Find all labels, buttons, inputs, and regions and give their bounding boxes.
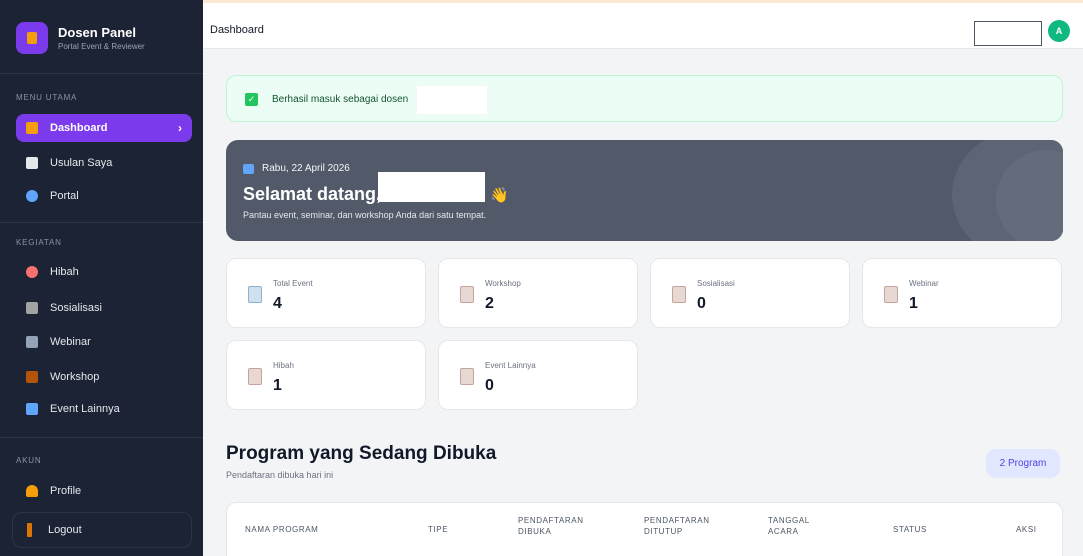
column-header-line: PENDAFTARAN — [644, 516, 710, 525]
dashboard-icon — [26, 122, 38, 134]
logout-label: Logout — [48, 524, 82, 536]
sidebar-item-label: Workshop — [50, 371, 100, 383]
sidebar-divider — [0, 73, 203, 74]
success-alert: ✓ Berhasil masuk sebagai dosen — [226, 75, 1063, 122]
alert-message: Berhasil masuk sebagai dosen — [272, 94, 409, 105]
section-label-main-menu: MENU UTAMA — [16, 93, 78, 102]
header-search-box[interactable] — [974, 21, 1042, 46]
sidebar-item-label: Dashboard — [50, 122, 108, 134]
stat-value: 0 — [485, 377, 494, 394]
sidebar-divider — [0, 437, 203, 438]
stat-label: Event Lainnya — [485, 361, 536, 370]
section-label-activities: KEGIATAN — [16, 238, 62, 247]
column-header-status[interactable]: STATUS — [893, 524, 927, 535]
door-icon — [27, 523, 32, 537]
column-header-action[interactable]: AKSI — [1016, 524, 1037, 535]
stat-value: 0 — [697, 295, 706, 312]
sidebar-divider — [0, 222, 203, 223]
people-icon — [26, 302, 38, 314]
brand-title: Dosen Panel — [58, 25, 137, 40]
redacted-name — [378, 172, 485, 202]
globe-icon — [26, 190, 38, 202]
clipboard-icon — [460, 286, 474, 303]
sidebar-item-label: Event Lainnya — [50, 403, 120, 415]
stat-label: Workshop — [485, 279, 521, 288]
stat-value: 1 — [273, 377, 282, 394]
date-text: Rabu, 22 April 2026 — [262, 163, 350, 174]
check-icon: ✓ — [245, 93, 258, 106]
clipboard-icon — [248, 368, 262, 385]
column-header-line: TANGGAL — [768, 516, 810, 525]
column-header-registration-open[interactable]: PENDAFTARAN DIBUKA — [518, 515, 584, 537]
sidebar-item-portal[interactable]: Portal — [16, 182, 192, 210]
logout-button[interactable]: Logout — [12, 512, 192, 548]
sidebar-item-label: Portal — [50, 190, 79, 202]
sidebar-item-dashboard[interactable]: Dashboard › — [16, 114, 192, 142]
section-title: Program yang Sedang Dibuka — [226, 443, 497, 464]
sidebar-item-usulan-saya[interactable]: Usulan Saya — [16, 149, 192, 177]
sidebar-item-event-lainnya[interactable]: Event Lainnya — [16, 395, 192, 423]
stat-value: 1 — [909, 295, 918, 312]
redacted-name — [417, 86, 487, 114]
brand-subtitle: Portal Event & Reviewer — [58, 42, 145, 51]
column-header-event-date[interactable]: TANGGAL ACARA — [768, 515, 810, 537]
program-count-badge: 2 Program — [986, 449, 1060, 478]
page-title: Dashboard — [210, 24, 264, 36]
avatar[interactable]: A — [1048, 20, 1070, 42]
gift-icon — [26, 266, 38, 278]
column-header-type[interactable]: TIPE — [428, 524, 448, 535]
user-icon — [26, 485, 38, 497]
sidebar-item-label: Hibah — [50, 266, 79, 278]
sidebar-item-webinar[interactable]: Webinar — [16, 328, 192, 356]
programs-table: NAMA PROGRAM TIPE PENDAFTARAN DIBUKA PEN… — [226, 502, 1063, 556]
sidebar: Dosen Panel Portal Event & Reviewer MENU… — [0, 0, 203, 556]
stat-value: 2 — [485, 295, 494, 312]
welcome-subtitle: Pantau event, seminar, dan workshop Anda… — [243, 210, 487, 220]
sidebar-item-profile[interactable]: Profile — [16, 477, 192, 505]
sidebar-item-hibah[interactable]: Hibah — [16, 258, 192, 286]
column-header-name[interactable]: NAMA PROGRAM — [245, 524, 318, 535]
stat-card-event-lainnya[interactable]: Event Lainnya 0 — [438, 340, 638, 410]
column-header-registration-close[interactable]: PENDAFTARAN DITUTUP — [644, 515, 710, 537]
column-header-line: DIBUKA — [518, 527, 552, 536]
brand-logo-icon — [16, 22, 48, 54]
sidebar-item-label: Profile — [50, 485, 82, 497]
stat-card-hibah[interactable]: Hibah 1 — [226, 340, 426, 410]
stat-label: Webinar — [909, 279, 939, 288]
top-header: Dashboard A — [203, 3, 1083, 49]
stat-label: Total Event — [273, 279, 313, 288]
clipboard-icon — [884, 286, 898, 303]
sidebar-item-label: Sosialisasi — [50, 302, 102, 314]
section-label-account: AKUN — [16, 456, 42, 465]
welcome-banner: Rabu, 22 April 2026 Selamat datang, 👋 Pa… — [226, 140, 1063, 241]
waving-hand-icon: 👋 — [490, 187, 509, 204]
stat-card-total-event[interactable]: Total Event 4 — [226, 258, 426, 328]
sidebar-item-workshop[interactable]: Workshop — [16, 363, 192, 391]
stat-value: 4 — [273, 295, 282, 312]
section-subtitle: Pendaftaran dibuka hari ini — [226, 470, 334, 480]
tools-icon — [26, 371, 38, 383]
monitor-icon — [26, 336, 38, 348]
sidebar-item-sosialisasi[interactable]: Sosialisasi — [16, 294, 192, 322]
column-header-line: PENDAFTARAN — [518, 516, 584, 525]
column-header-line: DITUTUP — [644, 527, 683, 536]
stat-card-workshop[interactable]: Workshop 2 — [438, 258, 638, 328]
calendar-icon — [26, 403, 38, 415]
calendar-icon — [248, 286, 262, 303]
welcome-date: Rabu, 22 April 2026 — [243, 163, 350, 174]
chevron-right-icon: › — [178, 121, 182, 135]
clipboard-icon — [672, 286, 686, 303]
stat-card-webinar[interactable]: Webinar 1 — [862, 258, 1062, 328]
stat-card-sosialisasi[interactable]: Sosialisasi 0 — [650, 258, 850, 328]
clipboard-icon — [460, 368, 474, 385]
calendar-icon — [243, 163, 254, 174]
stat-label: Sosialisasi — [697, 279, 735, 288]
sidebar-item-label: Webinar — [50, 336, 91, 348]
brand[interactable]: Dosen Panel Portal Event & Reviewer — [16, 22, 145, 54]
sidebar-item-label: Usulan Saya — [50, 157, 113, 169]
document-icon — [26, 157, 38, 169]
stat-label: Hibah — [273, 361, 294, 370]
column-header-line: ACARA — [768, 527, 799, 536]
welcome-greeting: Selamat datang, — [243, 184, 382, 204]
